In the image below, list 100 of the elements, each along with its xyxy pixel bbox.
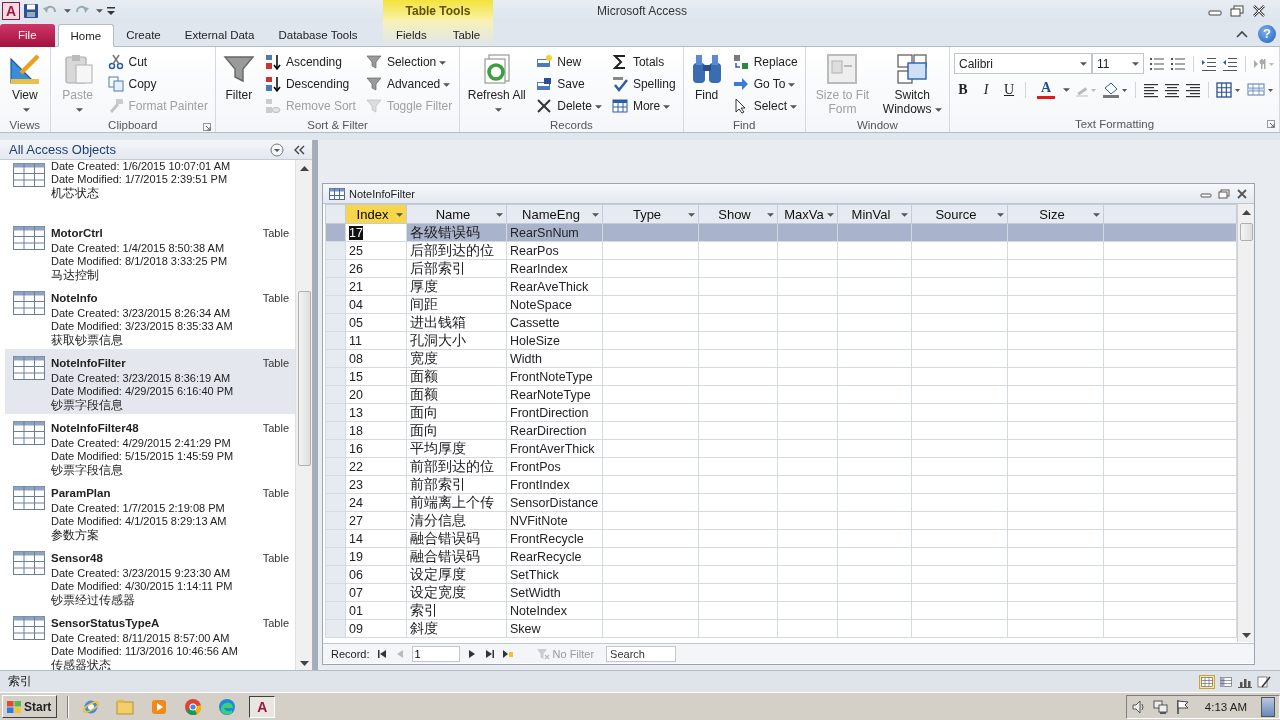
align-center-icon[interactable] [1164, 81, 1180, 98]
pivot-table-icon[interactable] [1218, 674, 1234, 689]
design-view-icon[interactable] [1256, 674, 1272, 689]
font-field[interactable]: Calibri [954, 53, 1092, 74]
ribbon-button[interactable]: Save [533, 73, 605, 95]
column-header[interactable]: MinVal [837, 204, 912, 224]
close-icon[interactable] [1252, 5, 1266, 17]
ribbon-tab[interactable]: Fields [383, 24, 440, 47]
table-row[interactable]: 16 平均厚度 FrontAverThick [325, 439, 1237, 458]
table-row[interactable]: 04 间距 NoteSpace [325, 295, 1237, 314]
ribbon-tab[interactable]: Home [57, 24, 115, 47]
restore-icon[interactable] [1218, 188, 1230, 199]
column-header[interactable]: Size [1007, 204, 1104, 224]
scrollbar[interactable] [295, 160, 312, 670]
table-row[interactable]: 01 索引 NoteIndex [325, 601, 1237, 620]
nav-item[interactable]: NoteInfoFilter Table Date Created: 3/23/2015 8:36:19 AM Date Modified: 4/29/2015 6:16:40 PM 钞票字段信息 [5, 349, 295, 414]
ribbon-button[interactable]: Spelling [608, 73, 679, 95]
table-row[interactable]: 22 前部到达的位 FrontPos [325, 457, 1237, 476]
speaker-icon[interactable] [1130, 698, 1147, 715]
start-button[interactable]: Start [2, 695, 58, 718]
ribbon-button[interactable]: Cut [104, 51, 211, 73]
table-row[interactable]: 07 设定宽度 SetWidth [325, 583, 1237, 602]
table-row[interactable]: 23 前部索引 FrontIndex [325, 475, 1237, 494]
decrease-indent-icon[interactable] [1222, 55, 1238, 72]
ribbon-tab[interactable]: Database Tools [266, 24, 370, 47]
table-row[interactable]: 24 前端离上个传 SensorDistance [325, 493, 1237, 512]
dropdown-circle-icon[interactable] [270, 142, 284, 157]
ribbon-button[interactable]: Ascending [261, 51, 359, 73]
nav-pane-title[interactable]: All Access Objects [9, 142, 270, 157]
table-row[interactable]: 17 各级错误码 RearSnNum [325, 223, 1237, 242]
first-record-icon[interactable] [375, 648, 388, 659]
customize-icon[interactable] [106, 5, 116, 17]
flag-icon[interactable] [1174, 698, 1191, 715]
ribbon-button[interactable]: Select [729, 95, 801, 117]
ribbon-button[interactable]: View [4, 51, 46, 118]
numbering-icon[interactable] [1170, 55, 1186, 72]
nav-item[interactable]: ParamPlan Table Date Created: 1/7/2015 2:19:08 PM Date Modified: 4/1/2015 8:29:13 AM 参数方案 [5, 479, 295, 544]
save-icon[interactable] [23, 3, 39, 19]
app-logo[interactable]: A [2, 2, 20, 20]
table-row[interactable]: 15 面额 FrontNoteType [325, 367, 1237, 386]
nav-item[interactable]: NoteInfo Table Date Created: 3/23/2015 8:26:34 AM Date Modified: 3/23/2015 8:35:33 AM 获取钞票信息 [5, 284, 295, 349]
table-row[interactable]: 19 融合错误码 RearRecycle [325, 547, 1237, 566]
ribbon-tab[interactable]: External Data [172, 24, 267, 47]
font-color-button[interactable]: A [1037, 80, 1055, 99]
collapse-pane-icon[interactable] [294, 144, 306, 155]
new-record-icon[interactable] [501, 648, 514, 659]
font-size-field[interactable]: 11 [1092, 53, 1144, 74]
table-row[interactable]: 06 设定厚度 SetThick [325, 565, 1237, 584]
table-row[interactable]: 05 进出钱箱 Cassette [325, 313, 1237, 332]
clock[interactable]: 4:13 AM [1204, 700, 1247, 713]
table-row[interactable]: 21 厚度 RearAveThick [325, 277, 1237, 296]
bold-button[interactable]: B [954, 80, 972, 99]
nav-item[interactable]: Date Created: 1/6/2015 10:07:01 AM Date Modified: 1/7/2015 2:39:51 PM 机芯状态 [5, 160, 295, 219]
nav-item[interactable]: SensorStatusTypeA Table Date Created: 8/11/2015 8:57:00 AM Date Modified: 11/3/2016 10:46:56 AM 传感器状态 [5, 609, 295, 670]
ribbon-button[interactable]: Go To [729, 73, 801, 95]
table-row[interactable]: 25 后部到达的位 RearPos [325, 241, 1237, 260]
bullets-icon[interactable] [1149, 55, 1165, 72]
fill-color-icon[interactable] [1102, 81, 1128, 98]
dialog-launcher-icon[interactable] [1267, 120, 1275, 128]
nav-pane-header[interactable]: All Access Objects [0, 140, 312, 160]
nav-item[interactable]: MotorCtrl Table Date Created: 1/4/2015 8:50:38 AM Date Modified: 8/1/2018 3:33:25 PM 马达控制 [5, 219, 295, 284]
collapse-ribbon-icon[interactable] [1236, 29, 1248, 38]
taskbar-app[interactable]: A [249, 695, 276, 718]
scrollbar[interactable] [1237, 204, 1254, 642]
underline-button[interactable]: U [1000, 80, 1018, 99]
table-row[interactable]: 08 宽度 Width [325, 349, 1237, 368]
column-header[interactable]: NameEng [506, 204, 603, 224]
table-row[interactable]: 26 后部索引 RearIndex [325, 259, 1237, 278]
table-row[interactable]: 13 面向 FrontDirection [325, 403, 1237, 422]
nav-item[interactable]: Sensor48 Table Date Created: 3/23/2015 9:23:30 AM Date Modified: 4/30/2015 1:14:11 PM 钞票经过传感器 [5, 544, 295, 609]
ribbon-tab[interactable]: File [0, 24, 55, 47]
ribbon-tab[interactable]: Table [439, 24, 494, 47]
increase-indent-icon[interactable] [1201, 55, 1217, 72]
network-icon[interactable] [1152, 698, 1169, 715]
scroll-thumb[interactable] [297, 291, 311, 466]
align-left-icon[interactable] [1143, 81, 1159, 98]
close-icon[interactable] [1236, 188, 1248, 199]
ribbon-button[interactable]: Filter [219, 51, 258, 104]
show-desktop-button[interactable] [1261, 696, 1275, 717]
table-row[interactable]: 11 孔洞大小 HoleSize [325, 331, 1237, 350]
ribbon-button[interactable]: Refresh All [464, 51, 530, 118]
align-right-icon[interactable] [1185, 81, 1201, 98]
ribbon-button[interactable]: New [533, 51, 605, 73]
record-number-field[interactable]: 1 [411, 645, 460, 662]
ribbon-button[interactable]: Delete [533, 95, 605, 117]
table-row[interactable]: 18 面向 RearDirection [325, 421, 1237, 440]
gridlines-icon[interactable] [1216, 81, 1242, 98]
column-header[interactable]: MaxVa [777, 204, 838, 224]
italic-button[interactable]: I [977, 80, 995, 99]
dialog-launcher-icon[interactable] [202, 123, 211, 131]
restore-icon[interactable] [1230, 5, 1244, 17]
table-row[interactable]: 20 面额 RearNoteType [325, 385, 1237, 404]
column-header[interactable]: Index [345, 204, 407, 224]
ribbon-button[interactable]: Find [687, 51, 726, 104]
column-header[interactable]: Source [911, 204, 1008, 224]
datasheet-view-icon[interactable] [1199, 674, 1215, 689]
table-row[interactable]: 14 融合错误码 FrontRecycle [325, 529, 1237, 548]
table-row[interactable]: 27 清分信息 NVFitNote [325, 511, 1237, 530]
column-header[interactable]: Name [406, 204, 507, 224]
ribbon-button[interactable]: Advanced [362, 73, 456, 95]
